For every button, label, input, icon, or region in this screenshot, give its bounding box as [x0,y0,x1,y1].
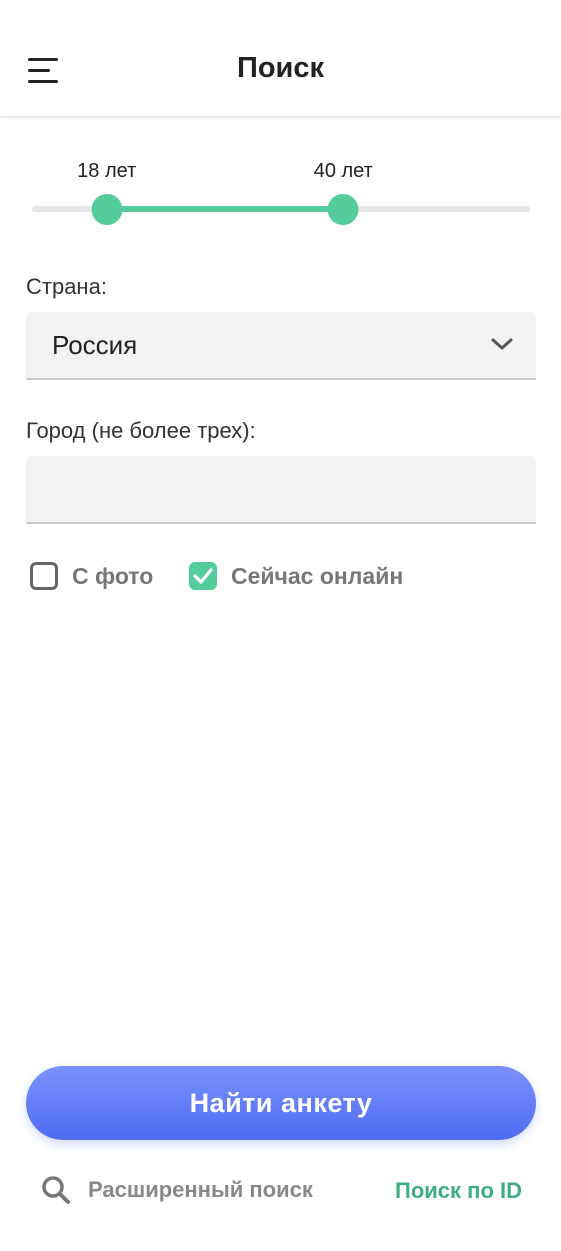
country-select[interactable]: Россия [26,312,536,380]
find-profile-button[interactable]: Найти анкету [26,1066,536,1140]
advanced-search-label: Расширенный поиск [88,1177,313,1202]
search-by-id-link[interactable]: Поиск по ID [395,1178,522,1204]
page-title: Поиск [236,52,325,84]
online-now-label: Сейчас онлайн [231,562,404,589]
app-header: Поиск [0,0,561,116]
city-input[interactable] [26,456,536,524]
age-min-thumb[interactable] [91,194,123,225]
advanced-search-link[interactable]: Расширенный поиск [40,1172,313,1208]
with-photo-label: С фото [72,562,154,589]
range-fill [106,206,344,212]
with-photo-checkbox[interactable]: С фото [30,560,153,592]
search-screen: Поиск 18 лет 40 лет Страна: Россия Город… [0,0,561,1251]
country-value: Россия [52,330,138,360]
checkmark-icon [189,562,217,590]
age-max-thumb[interactable] [327,194,359,225]
city-label: Город (не более трех): [26,418,256,443]
age-min-label: 18 лет [77,160,137,182]
online-now-checkbox[interactable]: Сейчас онлайн [189,560,403,592]
unchecked-box-icon [30,562,58,590]
age-max-label: 40 лет [313,160,373,182]
country-label: Страна: [26,274,107,299]
search-icon [42,1176,70,1204]
chevron-down-icon [491,338,513,350]
age-range-slider[interactable]: 18 лет 40 лет [32,160,530,240]
